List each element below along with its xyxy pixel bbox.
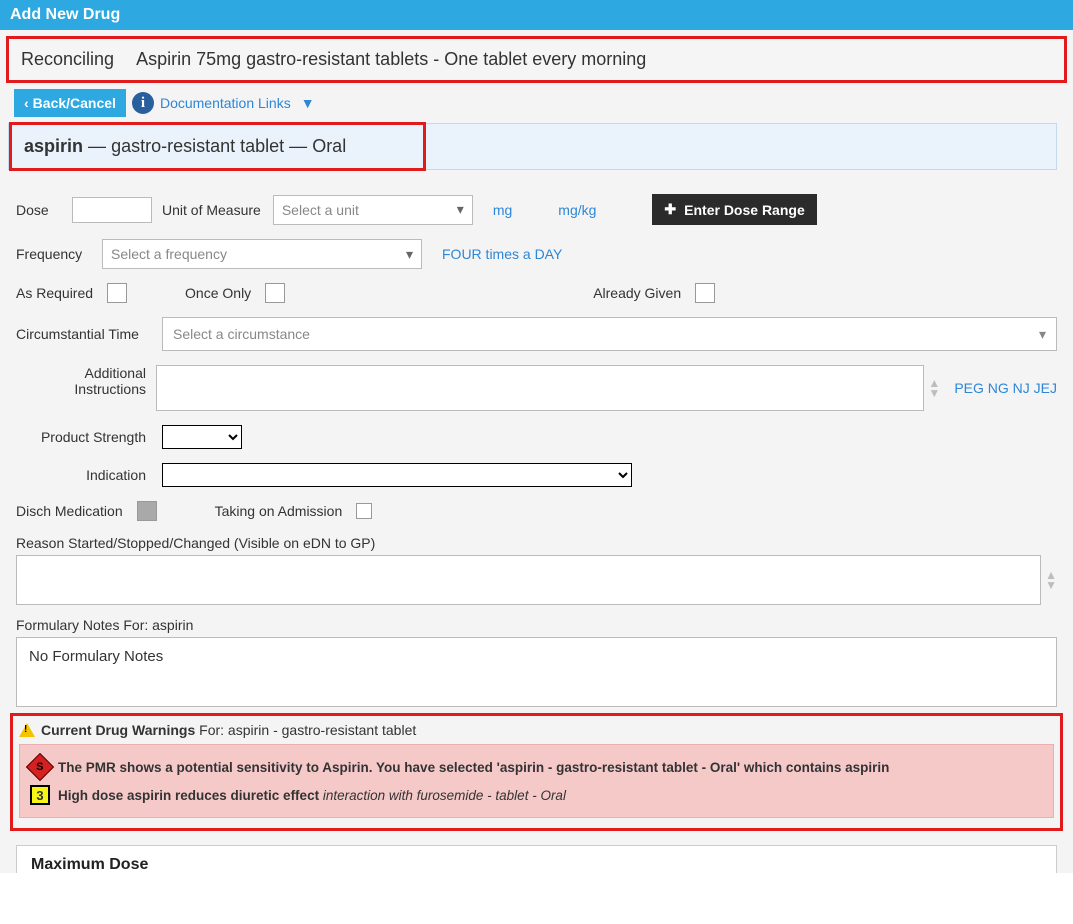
frequency-placeholder: Select a frequency	[111, 246, 227, 262]
interaction-warning-bold: High dose aspirin reduces diuretic effec…	[58, 788, 319, 803]
reason-label: Reason Started/Stopped/Changed (Visible …	[16, 535, 1057, 551]
warnings-for: For: aspirin - gastro-resistant tablet	[199, 722, 416, 738]
dose-label: Dose	[16, 202, 66, 218]
frequency-select[interactable]: Select a frequency ▾	[102, 239, 422, 269]
caret-down-icon: ▾	[457, 201, 464, 218]
as-required-checkbox[interactable]	[107, 283, 127, 303]
already-given-label: Already Given	[593, 285, 681, 301]
circumstance-label: Circumstantial Time	[16, 326, 156, 342]
as-required-label: As Required	[16, 285, 93, 301]
taking-checkbox[interactable]	[356, 503, 372, 519]
selected-drug-bar: aspirin — gastro-resistant tablet — Oral	[8, 123, 1057, 170]
caret-down-icon: ▾	[406, 246, 413, 263]
indication-select[interactable]	[162, 463, 632, 487]
interaction-warning-detail: interaction with furosemide - tablet - O…	[323, 788, 566, 803]
once-only-label: Once Only	[185, 285, 251, 301]
sensitivity-diamond-icon: S	[26, 753, 54, 781]
back-cancel-label: Back/Cancel	[33, 95, 116, 111]
uom-placeholder: Select a unit	[282, 202, 359, 218]
chevron-left-icon: ‹	[24, 95, 29, 111]
disch-label: Disch Medication	[16, 503, 123, 519]
taking-label: Taking on Admission	[215, 503, 343, 519]
warnings-section: Current Drug Warnings For: aspirin - gas…	[10, 713, 1063, 831]
circumstance-placeholder: Select a circumstance	[173, 326, 310, 342]
reason-input[interactable]	[16, 555, 1041, 605]
reconciling-text: Aspirin 75mg gastro-resistant tablets - …	[136, 49, 646, 69]
already-given-checkbox[interactable]	[695, 283, 715, 303]
dose-input[interactable]	[72, 197, 152, 223]
strength-label: Product Strength	[16, 429, 156, 445]
caret-down-icon: ▾	[1039, 326, 1046, 343]
formulary-label: Formulary Notes For: aspirin	[16, 617, 1057, 633]
quick-frequency[interactable]: FOUR times a DAY	[442, 246, 562, 262]
additional-label-1: Additional	[85, 365, 147, 381]
plus-icon: ✚	[664, 201, 676, 218]
maximum-dose-section: Maximum Dose	[16, 845, 1057, 873]
additional-instructions-input[interactable]	[156, 365, 924, 411]
reconciling-banner: Reconciling Aspirin 75mg gastro-resistan…	[6, 36, 1067, 83]
spinner-icon[interactable]: ▲▼	[1045, 570, 1057, 590]
sensitivity-warning: The PMR shows a potential sensitivity to…	[58, 760, 889, 775]
drug-name: aspirin	[24, 136, 83, 156]
chevron-down-icon[interactable]: ▼	[301, 95, 315, 111]
info-icon: i	[132, 92, 154, 114]
documentation-links[interactable]: Documentation Links	[160, 95, 291, 111]
once-only-checkbox[interactable]	[265, 283, 285, 303]
warning-triangle-icon	[19, 723, 35, 737]
enter-dose-range-button[interactable]: ✚ Enter Dose Range	[652, 194, 816, 225]
drug-route: Oral	[312, 136, 346, 156]
quick-unit-mgkg[interactable]: mg/kg	[558, 202, 596, 218]
indication-label: Indication	[16, 467, 156, 483]
formulary-notes: No Formulary Notes	[16, 637, 1057, 707]
quick-unit-mg[interactable]: mg	[493, 202, 512, 218]
quick-additional[interactable]: PEG NG NJ JEJ	[954, 380, 1057, 396]
strength-select[interactable]	[162, 425, 242, 449]
dose-range-label: Enter Dose Range	[684, 202, 805, 218]
back-cancel-button[interactable]: ‹ Back/Cancel	[14, 89, 126, 117]
additional-label-2: Instructions	[74, 381, 146, 397]
reconciling-label: Reconciling	[21, 49, 114, 69]
circumstance-select[interactable]: Select a circumstance ▾	[162, 317, 1057, 351]
warnings-title: Current Drug Warnings	[41, 722, 195, 738]
spinner-icon[interactable]: ▲▼	[928, 378, 940, 398]
interaction-badge: 3	[30, 785, 50, 805]
uom-select[interactable]: Select a unit ▾	[273, 195, 473, 225]
drug-form: gastro-resistant tablet	[111, 136, 284, 156]
warnings-body: S The PMR shows a potential sensitivity …	[19, 744, 1054, 818]
uom-label: Unit of Measure	[162, 202, 261, 218]
frequency-label: Frequency	[16, 246, 96, 262]
window-title: Add New Drug	[0, 0, 1073, 30]
disch-checkbox[interactable]	[137, 501, 157, 521]
